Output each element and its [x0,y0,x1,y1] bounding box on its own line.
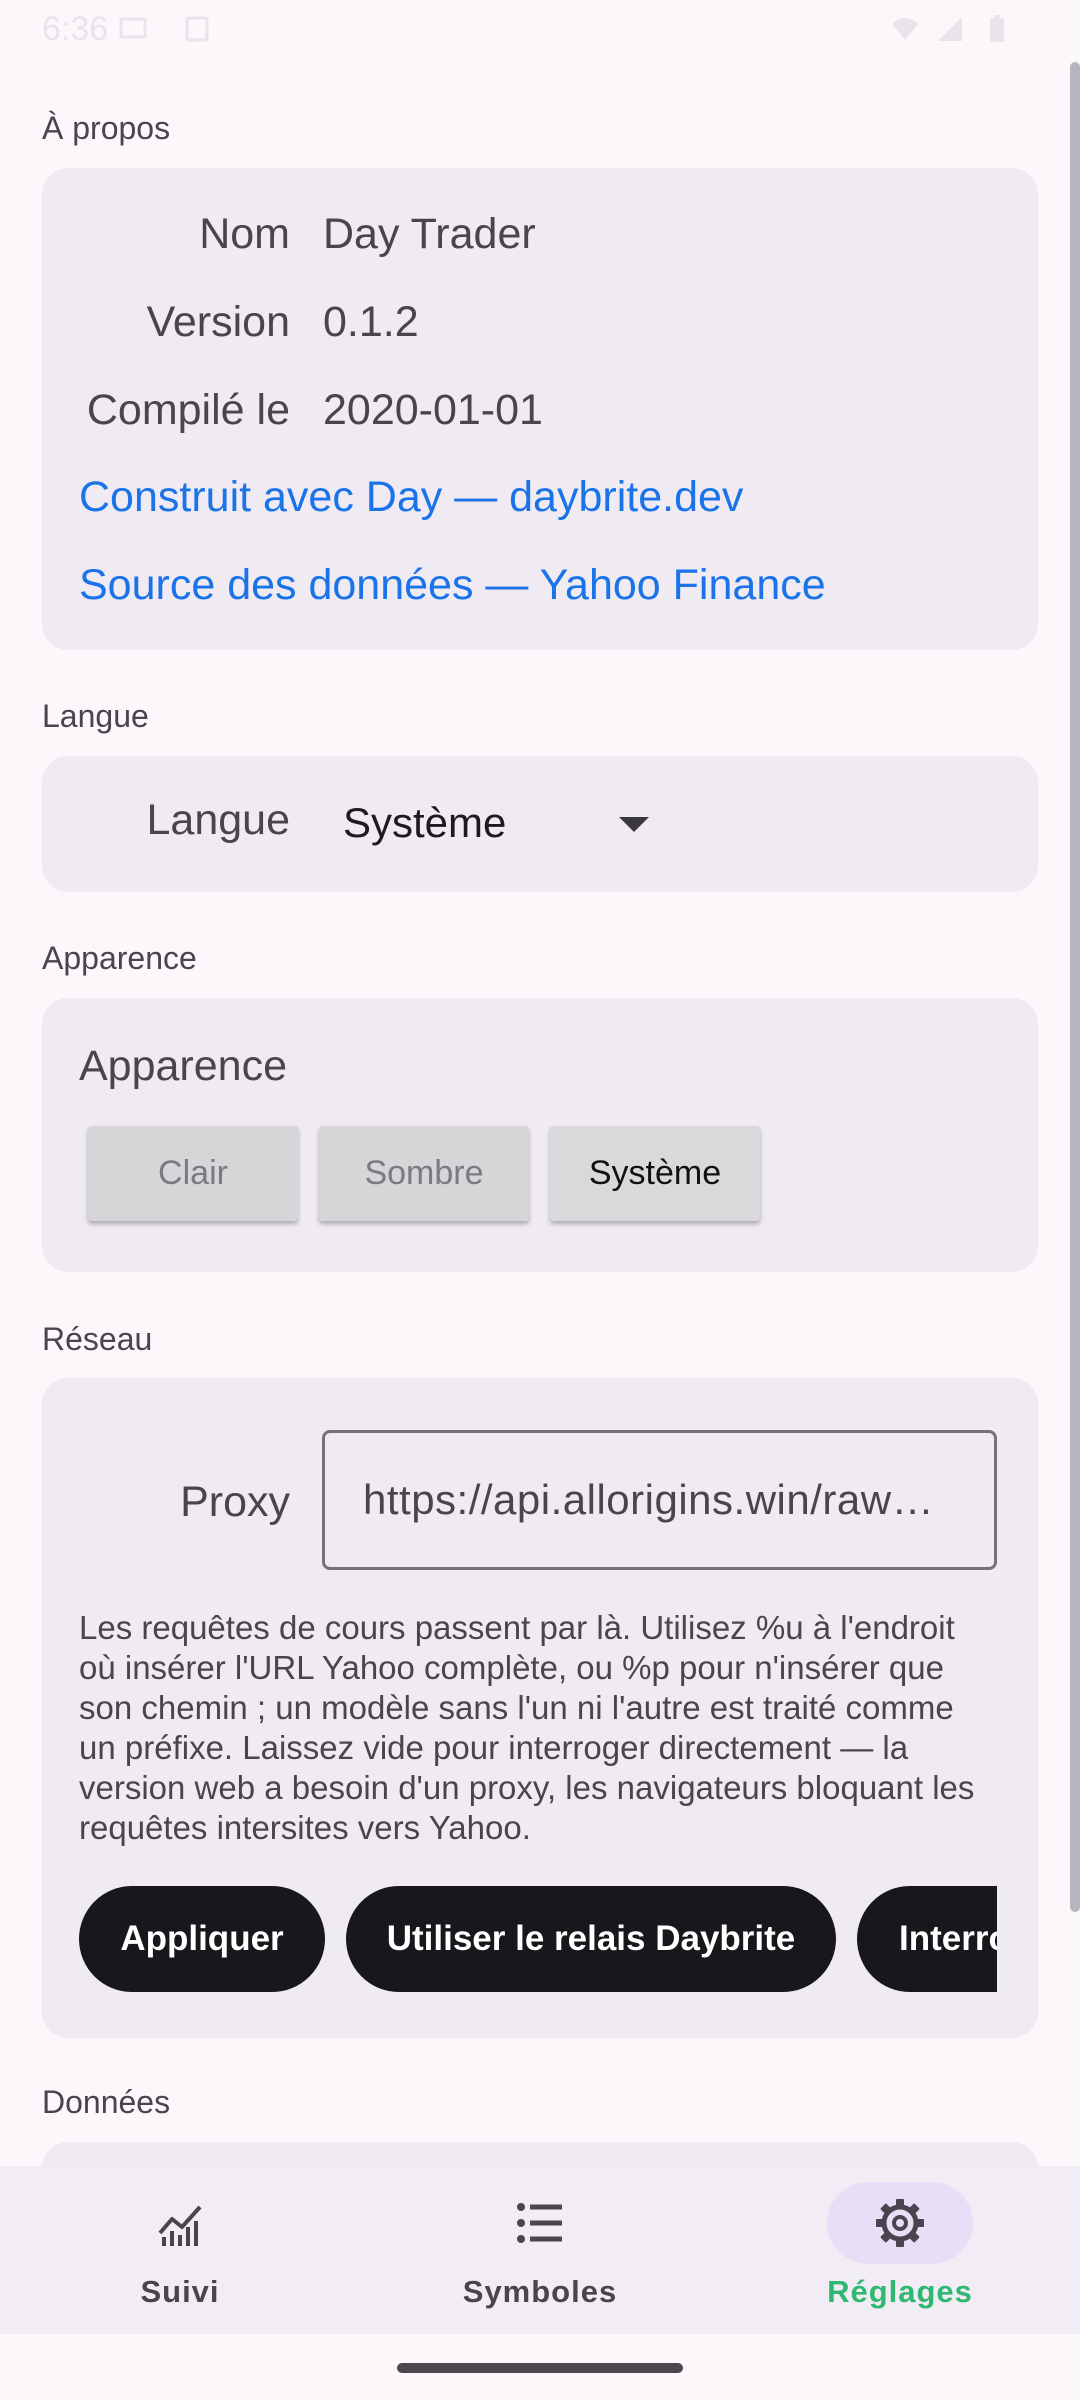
theme-dark-button[interactable]: Sombre [319,1126,529,1221]
section-title-data: Données [42,2084,171,2120]
dropdown-arrow-icon [619,817,649,832]
proxy-help-text: Les requêtes de cours passent par là. Ut… [79,1609,975,1846]
apply-button[interactable]: Appliquer [79,1886,325,1992]
battery-icon [990,15,1004,42]
appearance-label: Apparence [79,1042,287,1090]
language-label: Langue [146,796,291,844]
language-dropdown[interactable]: Système [343,793,649,853]
name-value: Day Trader [323,210,536,258]
nav-item-symbols[interactable]: Symboles [390,2182,690,2322]
name-key: Nom [199,210,290,258]
theme-light-button[interactable]: Clair [88,1126,298,1221]
proxy-input[interactable] [322,1430,997,1570]
appearance-card: Apparence Clair Sombre Système [42,998,1038,1272]
nav-label-symbols: Symboles [462,2274,618,2309]
nav-label-settings: Réglages [827,2274,973,2309]
nav-item-tracking[interactable]: Suivi [30,2182,330,2322]
build-date-key: Compilé le [86,386,290,434]
bottom-navigation: Suivi Symboles Réglages [0,2166,1080,2334]
chart-line-icon [158,2205,202,2246]
language-card: Langue Système [42,756,1038,892]
built-with-link[interactable]: Construit avec Day — daybrite.dev [79,473,743,522]
section-title-appearance: Apparence [42,940,197,976]
version-value: 0.1.2 [323,298,419,346]
version-key: Version [146,298,290,346]
section-title-about: À propos [42,110,171,146]
section-title-network: Réseau [42,1321,153,1357]
about-card: Nom Day Trader Version 0.1.2 Compilé le … [42,168,1038,650]
gear-icon [876,2199,924,2247]
screenshot-icon [185,16,209,42]
list-icon [517,2203,562,2243]
data-card [42,2142,1038,2166]
signal-icon [938,17,962,41]
wifi-icon [892,18,918,40]
proxy-label: Proxy [180,1478,290,1526]
build-date-value: 2020-01-01 [323,386,543,434]
network-card: Proxy Les requêtes de cours passent par … [42,1378,1038,2038]
nav-item-settings[interactable]: Réglages [750,2182,1050,2322]
settings-content: À propos Nom Day Trader Version 0.1.2 Co… [0,62,1080,2166]
network-button-row: Appliquer Utiliser le relais Daybrite In… [79,1886,997,1994]
section-title-language: Langue [42,698,149,734]
gesture-handle[interactable] [397,2363,683,2373]
message-icon [119,17,147,39]
status-bar: 6:36 [0,0,1080,62]
theme-system-button[interactable]: Système [550,1126,760,1221]
use-daybrite-relay-button[interactable]: Utiliser le relais Daybrite [346,1886,836,1992]
nav-label-tracking: Suivi [140,2274,220,2309]
language-selected: Système [343,799,507,846]
data-source-link[interactable]: Source des données — Yahoo Finance [79,561,826,610]
query-button[interactable]: Interroger [857,1886,997,1992]
settings-screen: 6:36 À propos Nom Day Trader Version 0.1… [0,0,1080,2400]
status-time: 6:36 [42,10,109,48]
